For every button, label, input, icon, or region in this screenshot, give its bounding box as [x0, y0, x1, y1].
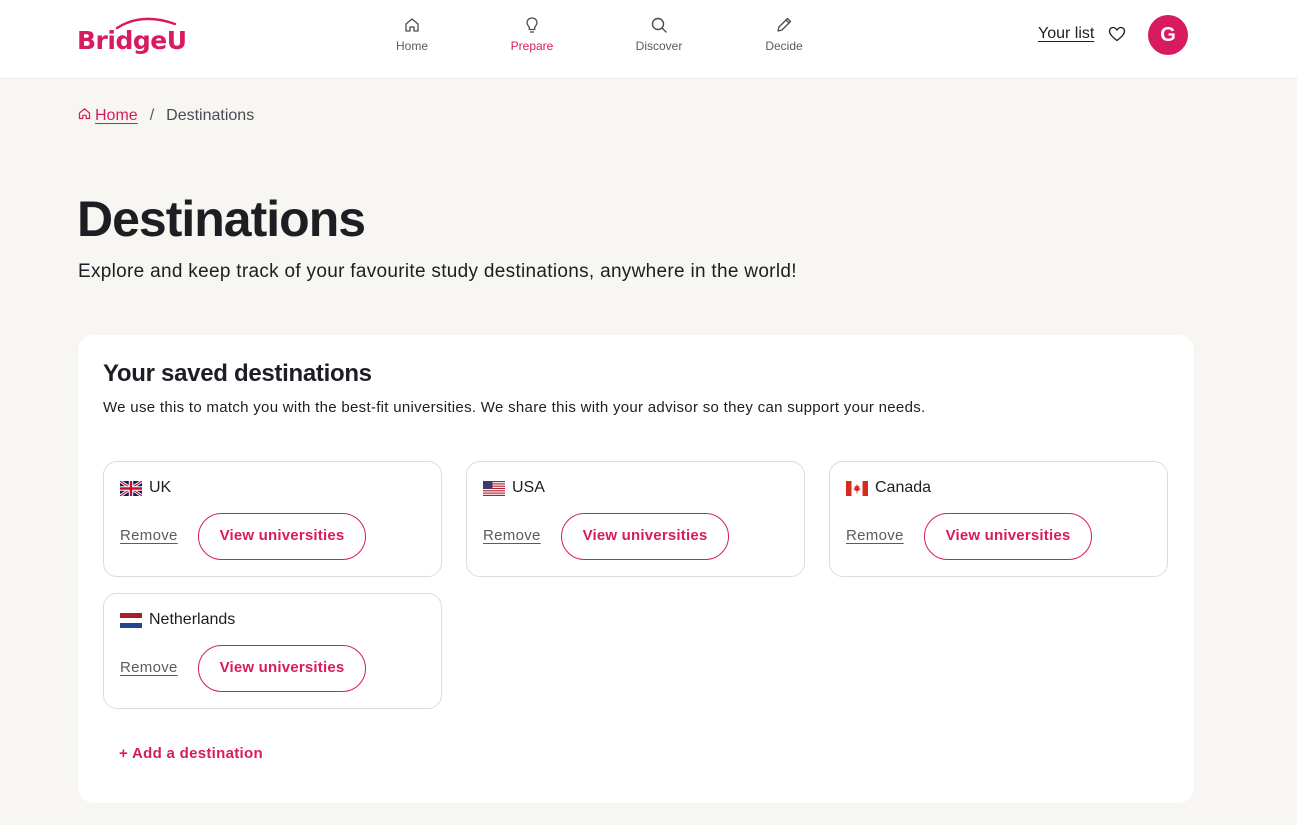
breadcrumb-current: Destinations	[166, 106, 255, 124]
destination-card-uk: UK Remove View universities	[103, 461, 442, 577]
remove-destination-link[interactable]: Remove	[483, 527, 541, 544]
logo-text: BridgeU	[77, 26, 187, 55]
nav-discover[interactable]: Discover	[619, 16, 699, 56]
netherlands-flag-icon	[120, 613, 142, 628]
nav-discover-label: Discover	[635, 39, 683, 53]
nav-prepare[interactable]: Prepare	[492, 16, 572, 56]
bridgeu-logo[interactable]: BridgeU	[77, 14, 187, 58]
remove-destination-link[interactable]: Remove	[120, 659, 178, 676]
destination-card-usa: USA Remove View universities	[466, 461, 805, 577]
usa-flag-icon	[483, 481, 505, 496]
destination-name: USA	[512, 479, 545, 496]
lightbulb-icon	[492, 16, 572, 36]
page-subtitle: Explore and keep track of your favourite…	[78, 261, 797, 282]
search-icon	[619, 16, 699, 36]
pencil-icon	[744, 16, 824, 36]
canada-flag-icon	[846, 481, 868, 496]
destination-card-netherlands: Netherlands Remove View universities	[103, 593, 442, 709]
breadcrumb-home-link[interactable]: Home	[95, 107, 138, 125]
page-title: Destinations	[77, 191, 366, 247]
saved-destinations-card: Your saved destinations We use this to m…	[78, 335, 1194, 803]
breadcrumb: Home / Destinations	[78, 106, 254, 125]
breadcrumb-separator: /	[149, 106, 155, 124]
nav-prepare-label: Prepare	[510, 39, 554, 53]
nav-home[interactable]: Home	[372, 16, 452, 56]
view-universities-button[interactable]: View universities	[924, 513, 1092, 560]
user-avatar[interactable]: G	[1148, 15, 1188, 55]
nav-decide[interactable]: Decide	[744, 16, 824, 56]
uk-flag-icon	[119, 479, 143, 498]
destination-name: Netherlands	[149, 611, 236, 628]
home-icon	[372, 16, 452, 36]
nav-home-label: Home	[395, 39, 428, 53]
view-universities-button[interactable]: View universities	[198, 645, 366, 692]
your-list-link[interactable]: Your list	[1038, 25, 1094, 43]
remove-destination-link[interactable]: Remove	[846, 527, 904, 544]
remove-destination-link[interactable]: Remove	[120, 527, 178, 544]
add-destination-button[interactable]: + Add a destination	[119, 745, 263, 762]
heart-icon[interactable]	[1108, 26, 1126, 47]
saved-destinations-title: Your saved destinations	[103, 360, 372, 387]
view-universities-button[interactable]: View universities	[198, 513, 366, 560]
home-icon	[78, 107, 91, 125]
top-navigation-bar: BridgeU Home Prepare Discover Decide You…	[0, 0, 1297, 79]
destination-card-canada: Canada Remove View universities	[829, 461, 1168, 577]
destination-name: Canada	[875, 479, 932, 496]
saved-destinations-description: We use this to match you with the best-f…	[103, 399, 926, 416]
nav-decide-label: Decide	[765, 39, 803, 53]
destination-name: UK	[149, 479, 172, 496]
view-universities-button[interactable]: View universities	[561, 513, 729, 560]
